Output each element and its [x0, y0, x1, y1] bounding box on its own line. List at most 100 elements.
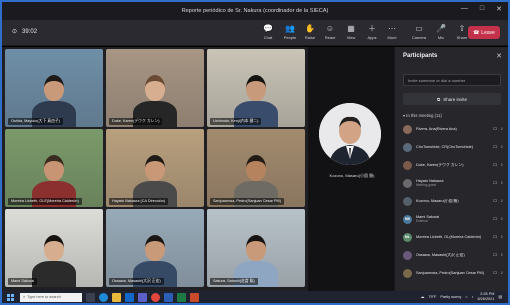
participant-row[interactable]: Sanjuanrosa, Pedro(Sanjuan Cesar PM) ▭ ♪ — [403, 267, 503, 279]
participant-head — [246, 235, 266, 261]
task-view-icon[interactable] — [86, 292, 95, 302]
close-panel-icon[interactable]: ✕ — [496, 52, 502, 60]
participant-row[interactable]: MS Mami Sakurai External ▭ ♪ — [403, 213, 503, 225]
participants-panel: Participants ✕ Invite someone or dial a … — [394, 47, 508, 291]
chat-button[interactable]: 💬 Chat — [258, 23, 278, 43]
chrome-icon[interactable] — [151, 292, 160, 302]
camera-button[interactable]: ▭ Camera — [409, 23, 429, 43]
window-title-bar: Reporte periódico de Sr. Nakura (coordin… — [2, 2, 508, 20]
apps-button[interactable]: ＋ Apps — [362, 23, 382, 43]
react-button[interactable]: ☺ React — [320, 23, 340, 43]
participant-row[interactable]: Duke, Karen(デウク カレン) ▭ ♪ — [403, 159, 503, 171]
outlook-icon[interactable] — [125, 292, 134, 302]
raise-button[interactable]: ✋ Raise — [300, 23, 320, 43]
word-icon[interactable] — [164, 292, 173, 302]
camera-label: Camera — [411, 35, 427, 40]
participant-head — [145, 235, 165, 261]
raise-label: Raise — [304, 35, 316, 40]
participant-row[interactable]: ML Moreira Lizbeth, GL(Moreira Calderón) ▭… — [403, 231, 503, 243]
participant-name-tag: Oshita, Mayuko(大下 真由子) — [8, 118, 63, 125]
video-tile[interactable]: Duke, Karen(デウク カレン) — [106, 49, 204, 127]
participant-row[interactable]: Kozono, Masaru(小園 勝) ▭ ♪ — [403, 195, 503, 207]
participant-name-tag: Sanjuanrosa, Pedro(Sanjuan Cesar PM) — [210, 198, 284, 205]
people-button[interactable]: 👥 People — [280, 23, 300, 43]
temperature: 79°F — [428, 294, 437, 299]
mic-off-icon: ♪ — [500, 126, 504, 132]
meeting-toolbar: ⊙ 39:02 💬 Chat 👥 People ✋ Raise ☺ React ▦ View ＋ Ap… — [2, 20, 508, 46]
maximize-button[interactable]: □ — [480, 5, 484, 13]
video-tile[interactable]: Uchimoto, Kenji(内本 健二) — [207, 49, 305, 127]
clock-date: 8/26/2021 — [477, 296, 495, 301]
view-button[interactable]: ▦ View — [341, 23, 361, 43]
leave-button[interactable]: ☎ Leave — [468, 26, 500, 39]
video-icon: ▭ — [492, 180, 498, 186]
window-controls: — □ ✕ — [461, 5, 502, 13]
network-icon[interactable]: ⌂ — [465, 295, 467, 299]
speaker-name: Kozono, Masaru(小園 勝) — [329, 173, 375, 178]
participant-name: Kozono, Masaru(小園 勝) — [416, 198, 459, 203]
leave-label: Leave — [481, 29, 495, 36]
meeting-timer-text: 39:02 — [22, 28, 38, 35]
participant-row[interactable]: Hayato Nakaura Meeting guest ▭ ♪ — [403, 177, 503, 189]
excel-icon[interactable] — [177, 292, 186, 302]
video-tile[interactable]: Sakura, Satoshi(佐倉 聡) — [207, 209, 305, 287]
participant-avatar — [403, 178, 412, 188]
video-tile[interactable]: Ossawa, Masashi(大沢 正宏) — [106, 209, 204, 287]
participant-row[interactable]: ChoTomohide, CR(ChoTomohide) ▭ ♪ — [403, 141, 503, 153]
edge-icon[interactable] — [99, 292, 108, 302]
apps-icon: ＋ — [368, 24, 376, 33]
mic-off-icon: ♪ — [500, 216, 504, 222]
participant-head — [44, 155, 64, 181]
participant-name-tag: Mami Sakurai — [8, 278, 38, 285]
video-icon: ▭ — [492, 126, 498, 132]
participant-head — [145, 155, 165, 181]
active-speaker-area: Kozono, Masaru(小園 勝) — [308, 47, 394, 291]
participant-name: Rivera, Ana(Rivera Ana) — [416, 127, 457, 131]
file-explorer-icon[interactable] — [112, 292, 121, 302]
participant-name: Sanjuanrosa, Pedro(Sanjuan Cesar PM) — [416, 271, 484, 275]
participant-avatar: MS — [403, 214, 412, 224]
in-meeting-header[interactable]: ▾ In this meeting (11) — [403, 113, 442, 118]
video-icon: ▭ — [492, 144, 498, 150]
teams-icon[interactable] — [138, 292, 147, 302]
participant-name: Moreira Lizbeth, GL(Moreira Calderón) — [416, 235, 482, 239]
view-label: View — [346, 35, 356, 40]
people-icon: 👥 — [285, 24, 295, 33]
video-icon: ▭ — [492, 270, 498, 276]
notifications-icon[interactable]: ▤ — [498, 294, 502, 299]
share-invite-button[interactable]: ⧉ Share invite — [403, 93, 501, 105]
mic-button[interactable]: 🎤 Mic — [431, 23, 451, 43]
video-tile[interactable]: Oshita, Mayuko(大下 真由子) — [5, 49, 103, 127]
close-window-button[interactable]: ✕ — [496, 5, 502, 13]
start-button[interactable] — [7, 293, 14, 301]
chevron-down-icon: ▾ — [403, 113, 406, 118]
react-label: React — [324, 35, 336, 40]
participant-status: External — [416, 219, 428, 223]
clock[interactable]: 2:28 PM 8/26/2021 — [478, 292, 495, 301]
participant-name-tag: Sakura, Satoshi(佐倉 聡) — [210, 278, 258, 285]
video-tile[interactable]: Sanjuanrosa, Pedro(Sanjuan Cesar PM) — [207, 129, 305, 207]
powerpoint-icon[interactable] — [190, 292, 199, 302]
invite-input[interactable]: Invite someone or dial a number — [403, 74, 501, 86]
participant-row[interactable]: Ossawa, Masashi(大沢 正宏) ▭ ♪ — [403, 249, 503, 261]
participant-name-tag: Uchimoto, Kenji(内本 健二) — [210, 118, 262, 125]
video-tile[interactable]: Hayato Nakaura (CA Dirección) — [106, 129, 204, 207]
participant-avatar — [403, 160, 412, 170]
participant-row[interactable]: Rivera, Ana(Rivera Ana) ▭ ♪ — [403, 123, 503, 135]
participant-head — [246, 155, 266, 181]
search-icon: ⌕ — [23, 295, 26, 299]
more-label: More — [387, 35, 397, 40]
taskbar-search-input[interactable]: ⌕ Type here to search — [20, 292, 82, 302]
minimize-button[interactable]: — — [461, 5, 468, 13]
video-tile[interactable]: Moreira Lizbeth, GLE(Moreira Calderón) — [5, 129, 103, 207]
volume-icon[interactable]: ♪ — [472, 295, 474, 299]
more-button[interactable]: ⋯ More — [382, 23, 402, 43]
apps-label: Apps — [367, 35, 377, 40]
video-tile[interactable]: Mami Sakurai — [5, 209, 103, 287]
phone-icon: ☎ — [473, 29, 480, 36]
mic-icon: 🎤 — [436, 24, 446, 33]
participant-status: Meeting guest — [416, 183, 437, 187]
video-icon: ▭ — [492, 252, 498, 258]
mic-off-icon: ♪ — [500, 144, 504, 150]
mic-off-icon: ♪ — [500, 180, 504, 186]
